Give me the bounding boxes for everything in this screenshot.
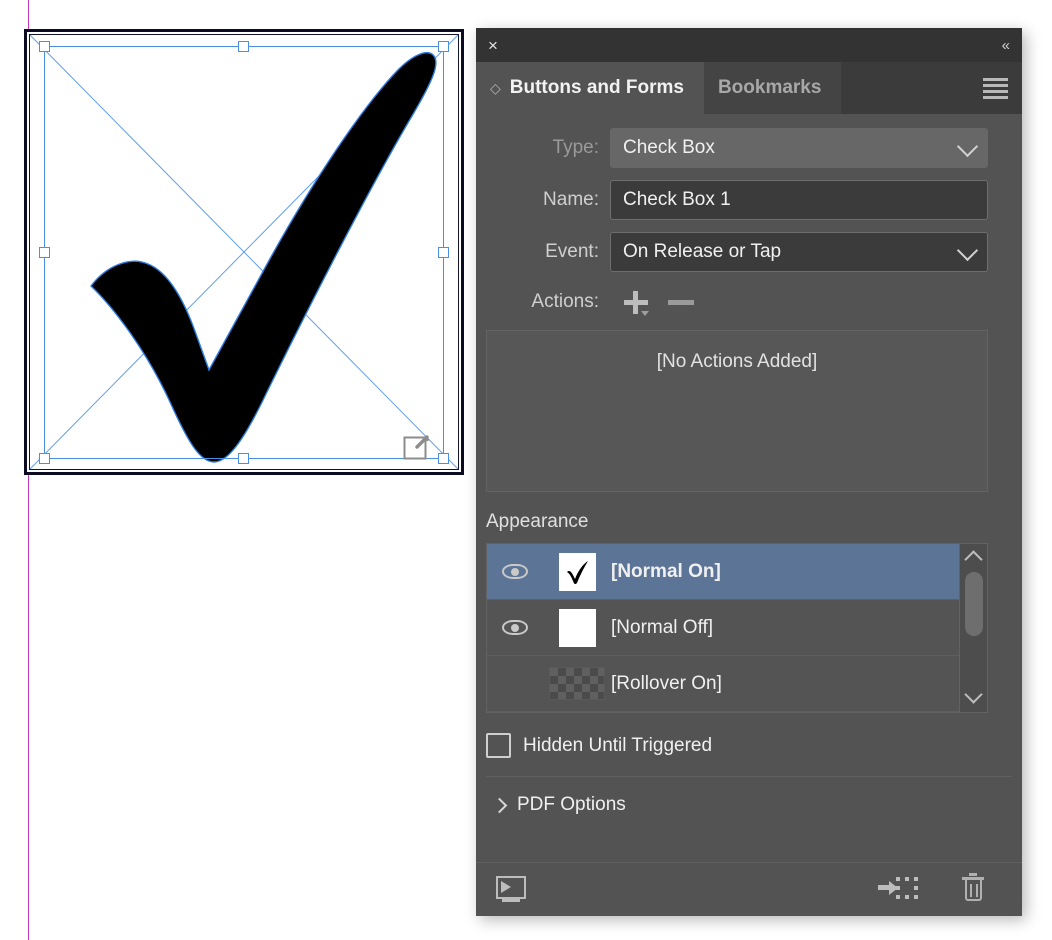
preview-spread-button[interactable] bbox=[490, 872, 534, 908]
trash-line-icon bbox=[976, 883, 978, 897]
state-thumbnail bbox=[558, 552, 596, 591]
close-icon[interactable]: × bbox=[488, 37, 498, 54]
convert-to-button-button[interactable] bbox=[876, 872, 920, 908]
section-divider bbox=[486, 776, 1012, 777]
handle-bottom-center[interactable] bbox=[238, 453, 249, 464]
appearance-section: [Normal On] [Normal Off] [Rollover On] bbox=[486, 543, 988, 713]
play-triangle-icon bbox=[501, 880, 511, 893]
monitor-stand-icon bbox=[502, 898, 520, 902]
chevron-down-icon bbox=[956, 239, 979, 262]
event-select-value: On Release or Tap bbox=[623, 241, 782, 262]
handle-top-right[interactable] bbox=[438, 41, 449, 52]
handle-bottom-left[interactable] bbox=[39, 453, 50, 464]
event-select[interactable]: On Release or Tap bbox=[610, 232, 988, 272]
hamburger-icon bbox=[982, 77, 1008, 99]
tab-buttons-and-forms-label: Buttons and Forms bbox=[509, 77, 684, 98]
scroll-down-icon[interactable] bbox=[964, 685, 983, 704]
panel-menu-button[interactable] bbox=[968, 62, 1022, 114]
actions-empty-text: [No Actions Added] bbox=[656, 351, 818, 372]
transparent-thumbnail bbox=[549, 667, 605, 700]
state-label-normal-on: [Normal On] bbox=[611, 560, 721, 582]
tab-buttons-and-forms[interactable]: ◇ Buttons and Forms bbox=[476, 62, 704, 114]
form-field-badge-icon[interactable] bbox=[403, 434, 431, 462]
visibility-toggle-normal-off[interactable] bbox=[487, 620, 543, 635]
state-thumbnail bbox=[558, 608, 596, 647]
hidden-until-triggered-checkbox[interactable] bbox=[486, 733, 511, 758]
event-label: Event: bbox=[545, 241, 599, 262]
plus-icon-vertical bbox=[633, 291, 638, 314]
trash-line-icon bbox=[970, 883, 972, 897]
minus-icon bbox=[668, 300, 694, 305]
name-field-row: Name: Check Box 1 bbox=[476, 178, 1022, 222]
handle-top-left[interactable] bbox=[39, 41, 50, 52]
panel-footer bbox=[476, 862, 1022, 916]
visibility-toggle-normal-on[interactable] bbox=[487, 564, 543, 579]
tab-bookmarks[interactable]: Bookmarks bbox=[703, 62, 842, 114]
panel-titlebar: × « bbox=[476, 28, 1022, 62]
hidden-until-triggered-label: Hidden Until Triggered bbox=[523, 734, 713, 756]
handle-bottom-right[interactable] bbox=[438, 453, 449, 464]
type-field-row: Type: Check Box bbox=[476, 126, 1022, 170]
type-select[interactable]: Check Box bbox=[610, 128, 988, 168]
chevron-right-icon bbox=[491, 797, 508, 813]
name-input[interactable]: Check Box 1 bbox=[610, 180, 988, 220]
tab-strip-filler bbox=[841, 62, 968, 114]
name-input-value: Check Box 1 bbox=[623, 189, 731, 210]
appearance-title: Appearance bbox=[486, 511, 589, 532]
panel-tab-strip: ◇ Buttons and Forms Bookmarks bbox=[476, 62, 1022, 114]
state-row-normal-on[interactable]: [Normal On] bbox=[487, 544, 959, 600]
thumbnail-normal-off bbox=[543, 608, 611, 647]
handle-middle-left[interactable] bbox=[39, 246, 50, 258]
actions-row: Actions: bbox=[476, 282, 1022, 322]
hidden-until-triggered-row[interactable]: Hidden Until Triggered bbox=[486, 733, 1022, 758]
document-canvas[interactable] bbox=[0, 0, 476, 940]
delete-button[interactable] bbox=[952, 872, 996, 908]
screen: × « ◇ Buttons and Forms Bookmarks Type: … bbox=[0, 0, 1052, 940]
pdf-options-row[interactable]: PDF Options bbox=[491, 794, 1022, 816]
thumbnail-rollover-on bbox=[543, 667, 611, 700]
add-action-button[interactable] bbox=[616, 286, 656, 318]
handle-top-center[interactable] bbox=[238, 41, 249, 52]
state-row-normal-off[interactable]: [Normal Off] bbox=[487, 600, 959, 656]
state-label-rollover-on: [Rollover On] bbox=[611, 672, 722, 694]
chevron-down-icon bbox=[641, 311, 649, 316]
type-label: Type: bbox=[552, 137, 599, 158]
appearance-state-list[interactable]: [Normal On] [Normal Off] [Rollover On] bbox=[487, 544, 959, 712]
trash-body-icon bbox=[965, 879, 982, 901]
chevron-down-icon bbox=[956, 135, 979, 158]
buttons-and-forms-panel: × « ◇ Buttons and Forms Bookmarks Type: … bbox=[476, 28, 1022, 916]
thumbnail-normal-on bbox=[543, 552, 611, 591]
state-label-normal-off: [Normal Off] bbox=[611, 616, 714, 638]
eye-icon bbox=[502, 564, 528, 579]
type-select-value: Check Box bbox=[623, 137, 715, 158]
scrollbar-thumb[interactable] bbox=[965, 572, 983, 636]
actions-label: Actions: bbox=[531, 291, 599, 312]
tab-diamond-icon: ◇ bbox=[490, 79, 501, 96]
selection-bounding-box[interactable] bbox=[39, 41, 449, 464]
panel-content: Type: Check Box Name: Check Box 1 Event:… bbox=[476, 114, 1022, 816]
event-field-row: Event: On Release or Tap bbox=[476, 230, 1022, 274]
trash-handle-icon bbox=[969, 872, 977, 876]
collapse-panel-icon[interactable]: « bbox=[1002, 37, 1010, 54]
remove-action-button[interactable] bbox=[662, 286, 702, 318]
name-label: Name: bbox=[543, 189, 599, 210]
handle-middle-right[interactable] bbox=[438, 246, 449, 258]
appearance-scrollbar[interactable] bbox=[959, 544, 987, 712]
scrollbar-track[interactable] bbox=[960, 566, 987, 688]
checkmark-icon bbox=[567, 560, 588, 584]
tab-bookmarks-label: Bookmarks bbox=[717, 77, 822, 98]
pdf-options-label: PDF Options bbox=[517, 794, 626, 815]
dotted-square-icon bbox=[896, 876, 918, 899]
state-row-rollover-on[interactable]: [Rollover On] bbox=[487, 656, 959, 712]
eye-icon bbox=[502, 620, 528, 635]
actions-list[interactable]: [No Actions Added] bbox=[486, 330, 988, 492]
